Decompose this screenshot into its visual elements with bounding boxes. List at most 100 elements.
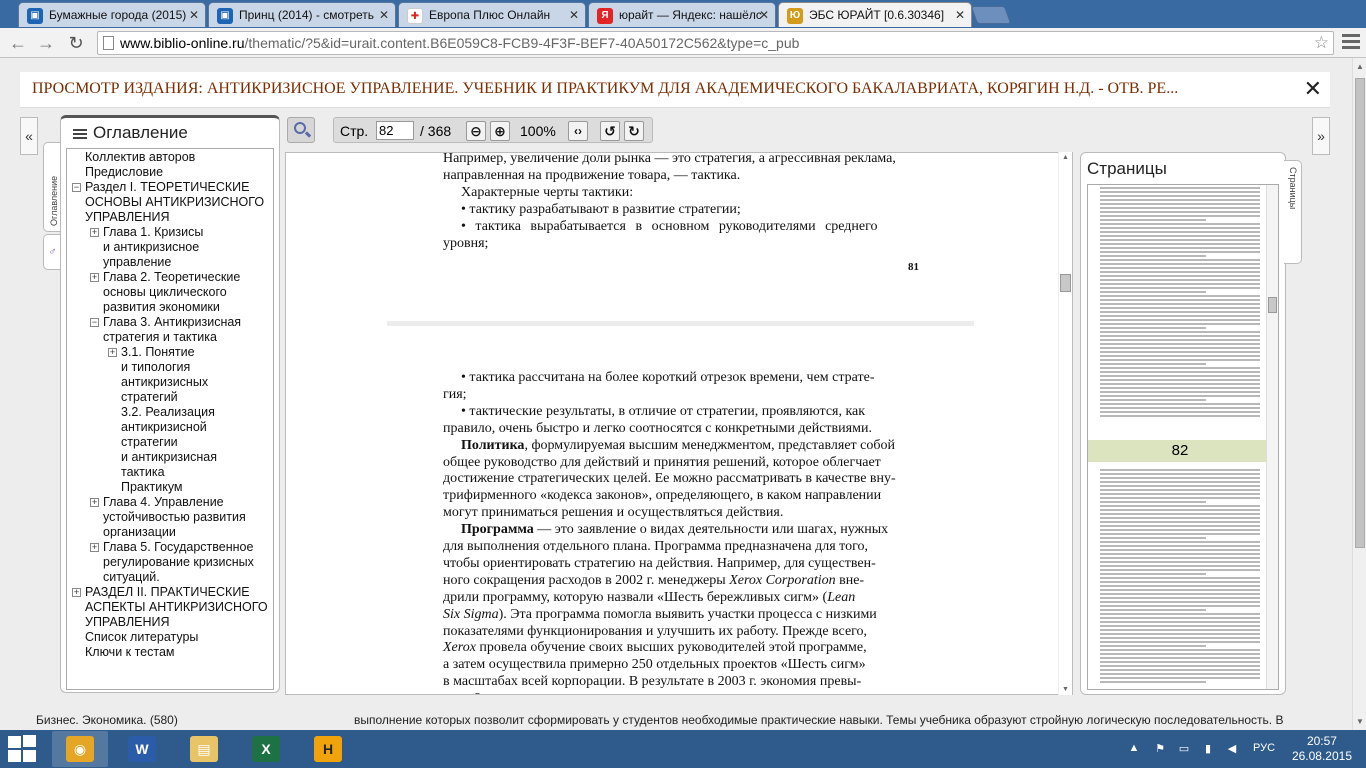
flag-icon[interactable]: ⚑ [1154,742,1166,755]
toc-item[interactable]: АСПЕКТЫ АНТИКРИЗИСНОГО [85,600,268,615]
toc-item[interactable]: 3.2. Реализация [121,405,215,420]
scroll-up-icon[interactable]: ▲ [1356,62,1364,71]
collapse-icon[interactable]: − [90,318,99,327]
back-arrow-icon[interactable]: ← [6,31,30,55]
document-scrollbar[interactable]: ▲ ▼ [1058,152,1072,695]
toc-item[interactable]: стратегии [121,435,178,450]
browser-tab-3[interactable]: ✚ Европа Плюс Онлайн ✕ [398,2,586,27]
taskbar-app-app-h[interactable]: H [300,731,356,767]
toc-item[interactable]: и типология [121,360,190,375]
thumbnails-scrollbar[interactable] [1266,185,1278,689]
toc-item[interactable]: Глава 4. Управление [103,495,224,510]
tab-close-icon[interactable]: ✕ [379,8,389,22]
taskbar-app-explorer[interactable]: ▤ [176,731,232,767]
collapse-left-button[interactable]: « [20,117,38,155]
toc-item[interactable]: 3.1. Понятие [121,345,195,360]
page-thumbnails[interactable]: 82 [1087,184,1279,690]
tab-close-icon[interactable]: ✕ [955,8,965,22]
reload-icon[interactable]: ↻ [64,31,88,55]
expand-icon[interactable]: + [108,348,117,357]
browser-tab-4[interactable]: Я юрайт — Яндекс: нашёлс ✕ [588,2,776,27]
page-thumbnail[interactable] [1092,185,1266,437]
page-thumbnail[interactable] [1092,467,1266,689]
expand-icon[interactable]: + [90,498,99,507]
windows-start-icon[interactable] [8,735,38,763]
bookmark-star-icon[interactable]: ☆ [1314,33,1329,53]
toc-item[interactable]: УПРАВЛЕНИЯ [85,210,170,225]
browser-menu-icon[interactable] [1342,34,1360,50]
toc-item[interactable]: стратегий [121,390,178,405]
expand-icon[interactable]: + [90,273,99,282]
document-scrollbar-thumb[interactable] [1060,274,1071,292]
toc-item[interactable]: УПРАВЛЕНИЯ [85,615,170,630]
taskbar-app-word[interactable]: W [114,731,170,767]
toc-item[interactable]: Раздел I. ТЕОРЕТИЧЕСКИЕ [85,180,250,195]
toc-item[interactable]: регулирование кризисных [103,555,254,570]
rotate-left-icon[interactable]: ↺ [600,121,620,141]
toc-item[interactable]: основы циклического [103,285,227,300]
toc-item[interactable]: и антикризисное [103,240,199,255]
tray-expand-icon[interactable]: ▲ [1128,742,1140,754]
toc-item[interactable]: антикризисной [121,420,207,435]
toc-item[interactable]: Ключи к тестам [85,645,175,660]
toc-item[interactable]: развития экономики [103,300,220,315]
toc-item[interactable]: Глава 2. Теоретические [103,270,240,285]
display-icon[interactable]: ▭ [1178,742,1190,755]
toc-item[interactable]: Практикум [121,480,183,495]
toc-item[interactable]: ситуаций. [103,570,160,585]
address-bar[interactable]: www.biblio-online.ru/thematic/?5&id=urai… [97,31,1334,55]
zoom-out-icon[interactable]: ⊖ [466,121,486,141]
expand-icon[interactable]: + [90,228,99,237]
scrollbar-thumb[interactable] [1355,78,1365,548]
toc-side-tab[interactable]: Оглавление [43,142,61,232]
taskbar-app-chrome[interactable]: ◉ [52,731,108,767]
network-icon[interactable]: ▮ [1202,742,1214,755]
footer-category[interactable]: Бизнес. Экономика. (580) [36,713,178,727]
toc-item[interactable]: устойчивостью развития [103,510,246,525]
scroll-down-icon[interactable]: ▼ [1356,717,1364,726]
zoom-in-icon[interactable]: ⊕ [490,121,510,141]
new-tab-button[interactable] [970,6,1012,24]
volume-icon[interactable]: ◀ [1226,742,1238,755]
scroll-up-icon[interactable]: ▲ [1062,154,1069,161]
tab-close-icon[interactable]: ✕ [759,8,769,22]
toc-item[interactable]: Глава 3. Антикризисная [103,315,241,330]
toc-item[interactable]: стратегия и тактика [103,330,217,345]
collapse-right-button[interactable]: » [1312,117,1330,155]
document-view[interactable]: Например, увеличение доли рынка — это ст… [285,152,1073,695]
page-number-input[interactable] [376,121,414,140]
toc-item[interactable]: организации [103,525,176,540]
toc-item[interactable]: Глава 1. Кризисы [103,225,203,240]
browser-tab-5[interactable]: Ю ЭБС ЮРАЙТ [0.6.30346] ✕ [778,2,972,27]
toc-item[interactable]: РАЗДЕЛ II. ПРАКТИЧЕСКИЕ [85,585,250,600]
bookmark-side-tab[interactable]: ♂ [43,234,61,270]
forward-arrow-icon[interactable]: → [34,31,58,55]
tab-close-icon[interactable]: ✕ [569,8,579,22]
pages-side-tab[interactable]: Страницы [1284,160,1302,264]
page-scrollbar[interactable]: ▲ ▼ [1352,58,1366,730]
toc-item[interactable]: ОСНОВЫ АНТИКРИЗИСНОГО [85,195,264,210]
toc-item[interactable]: Коллектив авторов [85,150,195,165]
taskbar-app-excel[interactable]: X [238,731,294,767]
collapse-icon[interactable]: − [72,183,81,192]
toc-item[interactable]: Список литературы [85,630,198,645]
toc-item[interactable]: тактика [121,465,165,480]
expand-icon[interactable]: + [72,588,81,597]
browser-tab-2[interactable]: ▣ Принц (2014) - смотреть ✕ [208,2,396,27]
scroll-down-icon[interactable]: ▼ [1062,686,1069,693]
close-icon[interactable]: ✕ [1304,76,1322,102]
toc-item[interactable]: антикризисных [121,375,208,390]
expand-icon[interactable]: + [90,543,99,552]
search-button[interactable] [287,117,315,143]
clock[interactable]: 20:57 26.08.2015 [1292,734,1352,764]
toc-item[interactable]: Предисловие [85,165,163,180]
toc-item[interactable]: и антикризисная [121,450,217,465]
thumbnails-scrollbar-thumb[interactable] [1268,297,1277,313]
rotate-right-icon[interactable]: ↻ [624,121,644,141]
toc-item[interactable]: Глава 5. Государственное [103,540,253,555]
input-language[interactable]: РУС [1253,742,1275,754]
fit-width-icon[interactable]: ‹› [568,121,588,141]
tab-close-icon[interactable]: ✕ [189,8,199,22]
browser-tab-1[interactable]: ▣ Бумажные города (2015) ✕ [18,2,206,27]
toc-item[interactable]: управление [103,255,171,270]
